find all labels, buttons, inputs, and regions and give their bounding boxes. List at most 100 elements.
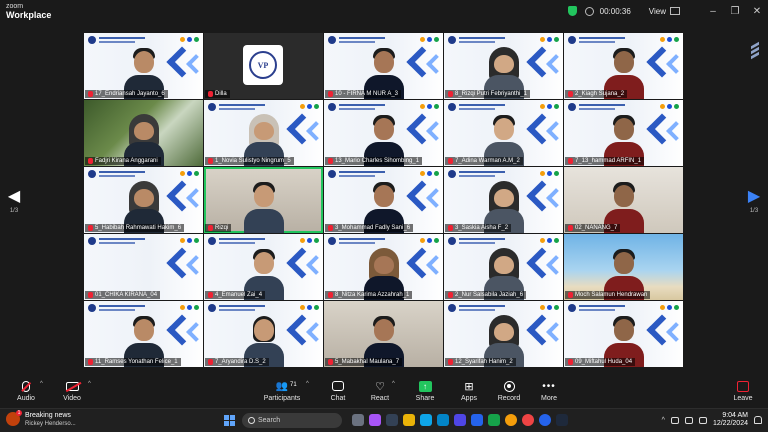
next-page-control[interactable]: ▶ 1/3: [744, 189, 764, 215]
participant-name: 1_Novia Sulistyo Ningrum_5: [215, 158, 291, 164]
leave-button[interactable]: Leave: [723, 380, 763, 402]
wifi-icon[interactable]: [670, 416, 679, 424]
participant-name-label: 5_Mabakhal Maulana_7: [325, 358, 403, 366]
app-icon[interactable]: [386, 414, 398, 426]
store-icon[interactable]: [437, 414, 449, 426]
clock-time: 9:04 AM: [722, 412, 748, 419]
sponsor-logos: [540, 238, 559, 243]
speaker-icon[interactable]: [684, 416, 693, 424]
more-dots-icon: •••: [542, 380, 556, 392]
video-options-caret[interactable]: ^: [88, 381, 91, 387]
participant-tile[interactable]: 3_Mohammad Fadly Sani_6: [324, 167, 443, 233]
edge-browser-icon[interactable]: [420, 414, 432, 426]
app-icon-extra[interactable]: [556, 414, 568, 426]
battery-icon[interactable]: [698, 416, 707, 424]
participant-tile[interactable]: 2_Kiagh Sujana_2: [564, 33, 683, 99]
participants-options-caret[interactable]: ^: [306, 381, 309, 387]
notification-bell-icon[interactable]: [754, 416, 762, 424]
participant-name: 2_Kiagh Sujana_2: [575, 91, 625, 97]
participant-tile[interactable]: 11_Ramses Yonathan Felice_1: [84, 301, 203, 367]
participant-tile[interactable]: 7_Aryandira D.S_2: [204, 301, 323, 367]
participant-tile[interactable]: Fadjri Kirana Anggarani: [84, 100, 203, 166]
participant-tile[interactable]: 02_NANANG_7: [564, 167, 683, 233]
participant-tile[interactable]: 2_Nur Salsabila Jaziah_6: [444, 234, 563, 300]
teams-icon[interactable]: [454, 414, 466, 426]
participant-tile[interactable]: 09_Miftahul Huda_04: [564, 301, 683, 367]
audio-options-caret[interactable]: ^: [40, 381, 43, 387]
chrome-alt-icon[interactable]: [522, 414, 534, 426]
participant-name: 8_Rizqi Putri Febriyanthi_1: [455, 91, 528, 97]
participant-name-label: 13_Mario Charles Sihombing_1: [325, 157, 423, 165]
video-button[interactable]: Video: [52, 380, 92, 402]
participant-tile[interactable]: 01_CHIKA KIRANA_04: [84, 234, 203, 300]
participant-name: 12_Syarifah Hanim_2: [455, 359, 513, 365]
participant-tile[interactable]: Rizqi: [204, 167, 323, 233]
leave-icon: [737, 380, 749, 392]
participant-name: Moch Salamun Hendrawan: [575, 292, 648, 298]
clock[interactable]: 9:04 AM 12/22/2024: [713, 412, 748, 428]
participant-tile[interactable]: 4_Emanuel Zai_4: [204, 234, 323, 300]
file-explorer-icon[interactable]: [403, 414, 415, 426]
logo-bottom-text: Workplace: [6, 10, 52, 20]
participant-tile[interactable]: 3_Saskia Aisha F_2: [444, 167, 563, 233]
participant-name-label: 01_CHIKA KIRANA_04: [85, 291, 161, 299]
page-indicator-left: 1/3: [9, 208, 19, 214]
react-options-caret[interactable]: ^: [392, 381, 395, 387]
more-button[interactable]: ••• More: [529, 380, 569, 403]
taskbar-search[interactable]: Search: [242, 413, 342, 428]
participant-name-label: 7_13_hammad ARFIN_1: [565, 157, 645, 165]
participant-tile[interactable]: 7_13_hammad ARFIN_1: [564, 100, 683, 166]
close-button[interactable]: ✕: [746, 6, 768, 17]
sponsor-logos: [420, 171, 439, 176]
participant-name: 09_Miftahul Huda_04: [575, 359, 633, 365]
share-button[interactable]: ↑ Share: [405, 380, 445, 402]
prev-page-control[interactable]: ◀ 1/3: [4, 189, 24, 215]
participant-tile[interactable]: 5_Habibah Rahmawati Hakim_6: [84, 167, 203, 233]
sponsor-logos: [180, 305, 199, 310]
mic-muted-icon: [448, 91, 453, 97]
windows-start-icon[interactable]: [224, 415, 235, 426]
news-widget[interactable]: 1 Breaking news Rickey Henderso...: [6, 410, 76, 428]
excel-icon[interactable]: [488, 414, 500, 426]
record-button[interactable]: Record: [489, 380, 529, 402]
participant-name-label: 3_Saskia Aisha F_2: [445, 224, 512, 232]
participant-tile[interactable]: 7_Adina Warman A.M_2: [444, 100, 563, 166]
mic-muted-icon: [328, 91, 333, 97]
participant-tile[interactable]: 1_Novia Sulistyo Ningrum_5: [204, 100, 323, 166]
minimize-button[interactable]: –: [702, 6, 724, 17]
zoom-app-icon[interactable]: [539, 414, 551, 426]
chrome-icon[interactable]: [505, 414, 517, 426]
participant-tile[interactable]: Moch Salamun Hendrawan: [564, 234, 683, 300]
encryption-shield-icon[interactable]: [567, 6, 577, 16]
page-indicator-right: 1/3: [749, 208, 759, 214]
mic-muted-icon: [448, 292, 453, 298]
widgets-icon[interactable]: [369, 414, 381, 426]
participant-tile[interactable]: 17_Endriansah Jayanto_6: [84, 33, 203, 99]
mic-muted-icon: [88, 91, 93, 97]
apps-button[interactable]: ⊞ Apps: [449, 380, 489, 403]
meeting-info-icon[interactable]: [584, 6, 594, 16]
sponsor-logos: [180, 171, 199, 176]
chevron-right-icon[interactable]: ▶: [744, 189, 764, 205]
participant-name-label: 2_Kiagh Sujana_2: [565, 90, 628, 98]
participant-name-label: 7_Adina Warman A.M_2: [445, 157, 523, 165]
participant-tile[interactable]: 8_Nitza Karima Azzahrah_1: [324, 234, 443, 300]
tray-overflow-icon[interactable]: ^: [662, 417, 665, 424]
task-view-icon[interactable]: [352, 414, 364, 426]
participant-tile[interactable]: 13_Mario Charles Sihombing_1: [324, 100, 443, 166]
news-icon: 1: [6, 410, 22, 426]
participant-tile[interactable]: VP Dilla: [204, 33, 323, 99]
view-button[interactable]: View: [649, 7, 666, 16]
chevron-left-icon[interactable]: ◀: [4, 189, 24, 205]
participant-tile[interactable]: 10 - FIRNA M NUR A_3: [324, 33, 443, 99]
gallery-view-icon[interactable]: [670, 7, 680, 15]
participants-count-badge: 71: [290, 382, 297, 388]
maximize-button[interactable]: ❐: [724, 6, 746, 17]
word-icon[interactable]: [471, 414, 483, 426]
participant-tile[interactable]: 5_Mabakhal Maulana_7: [324, 301, 443, 367]
chat-button[interactable]: Chat: [318, 380, 358, 402]
participant-name-label: 2_Nur Salsabila Jaziah_6: [445, 291, 527, 299]
participant-tile[interactable]: 12_Syarifah Hanim_2: [444, 301, 563, 367]
more-label: More: [541, 395, 557, 402]
participant-tile[interactable]: 8_Rizqi Putri Febriyanthi_1: [444, 33, 563, 99]
